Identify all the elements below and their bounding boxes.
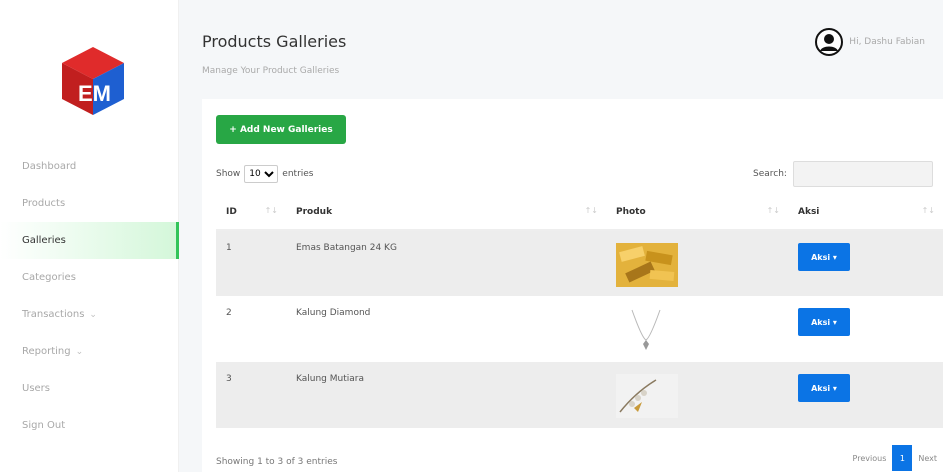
user-menu[interactable]: Hi, Dashu Fabian [815,28,925,56]
sort-icon: ↑↓ [264,206,278,215]
cell-aksi: Aksi ▾ [788,296,943,362]
show-label: Show [216,169,241,179]
sidebar-item-label: Categories [22,272,76,283]
sidebar-item-label: Products [22,198,66,209]
cell-produk: Kalung Diamond [296,308,371,318]
sidebar-item-label: Users [22,383,51,394]
chevron-down-icon: ⌄ [89,309,97,320]
galleries-table: ID ↑↓ Produk ↑↓ Photo ↑↓ Aksi ↑↓ 1 Emas Bata… [216,194,943,428]
cell-photo [606,362,788,428]
sidebar-item-sign-out[interactable]: Sign Out [0,407,179,444]
sidebar-item-label: Galleries [22,235,66,246]
caret-down-icon: ▾ [832,252,837,262]
sidebar-item-dashboard[interactable]: Dashboard [0,148,179,185]
search-label: Search: [753,169,787,179]
caret-down-icon: ▾ [832,383,837,393]
user-avatar-icon [815,28,844,56]
add-gallery-button[interactable]: + Add New Galleries [216,115,346,144]
aksi-dropdown-button[interactable]: Aksi ▾ [798,243,850,271]
gold-bars-image [616,243,678,287]
sort-icon: ↑↓ [921,206,935,215]
pagination-next[interactable]: Next [912,445,943,471]
table-row: 3 Kalung Mutiara Aksi ▾ [216,362,943,428]
user-name: Hi, Dashu Fabian [849,37,925,47]
search-control: Search: [753,161,933,187]
table-row: 1 Emas Batangan 24 KG Aksi ▾ [216,230,943,296]
sidebar-item-transactions[interactable]: Transactions ⌄ [0,296,179,333]
sidebar-nav: Dashboard Products Galleries Categories … [0,148,179,444]
sidebar-item-label: Sign Out [22,420,66,431]
aksi-dropdown-button[interactable]: Aksi ▾ [798,374,850,402]
sort-icon: ↑↓ [584,206,598,215]
sort-icon: ↑↓ [766,206,780,215]
sidebar-item-categories[interactable]: Categories [0,259,179,296]
sidebar: EM Dashboard Products Galleries Categori… [0,0,179,472]
sidebar-item-label: Transactions [22,309,85,320]
main-content: Products Galleries Manage Your Product G… [179,0,943,472]
cell-aksi: Aksi ▾ [788,230,943,296]
table-row: 2 Kalung Diamond Aksi ▾ [216,296,943,362]
cell-produk: Emas Batangan 24 KG [286,230,606,296]
sidebar-item-users[interactable]: Users [0,370,179,407]
entries-label: entries [282,169,314,179]
cell-id: 2 [226,308,232,318]
cell-id: 3 [216,362,286,428]
sidebar-item-reporting[interactable]: Reporting ⌄ [0,333,179,370]
column-header-aksi[interactable]: Aksi ↑↓ [788,194,943,231]
page-subtitle: Manage Your Product Galleries [202,66,340,76]
table-info: Showing 1 to 3 of 3 entries [216,457,338,467]
search-input[interactable] [792,161,933,187]
diamond-necklace-image [616,308,678,352]
pearl-necklace-image [616,374,678,418]
caret-down-icon: ▾ [832,317,837,327]
pagination-previous[interactable]: Previous [847,445,893,471]
brand-logo: EM [62,47,124,115]
entries-length-control: Show 10 entries [216,165,314,183]
sidebar-item-products[interactable]: Products [0,185,179,222]
cell-aksi: Aksi ▾ [788,362,943,428]
cell-photo [606,296,788,362]
column-header-produk[interactable]: Produk ↑↓ [286,194,606,231]
column-header-id[interactable]: ID ↑↓ [216,194,286,231]
aksi-dropdown-button[interactable]: Aksi ▾ [798,308,850,336]
sidebar-item-label: Dashboard [22,161,77,172]
sidebar-item-galleries[interactable]: Galleries [0,222,179,259]
pagination: Previous 1 Next [847,445,943,471]
pagination-page-1[interactable]: 1 [892,445,913,471]
galleries-card: + Add New Galleries Show 10 entries Sear… [202,99,943,472]
table-header-row: ID ↑↓ Produk ↑↓ Photo ↑↓ Aksi ↑↓ [216,194,943,231]
sidebar-item-label: Reporting [22,346,71,357]
column-header-photo[interactable]: Photo ↑↓ [606,194,788,231]
page-title: Products Galleries [202,32,347,51]
cell-id: 1 [216,230,286,296]
logo-text: EM [78,81,111,106]
cell-photo [606,230,788,296]
cell-produk: Kalung Mutiara [286,362,606,428]
entries-select[interactable]: 10 [244,165,279,183]
chevron-down-icon: ⌄ [75,346,84,357]
